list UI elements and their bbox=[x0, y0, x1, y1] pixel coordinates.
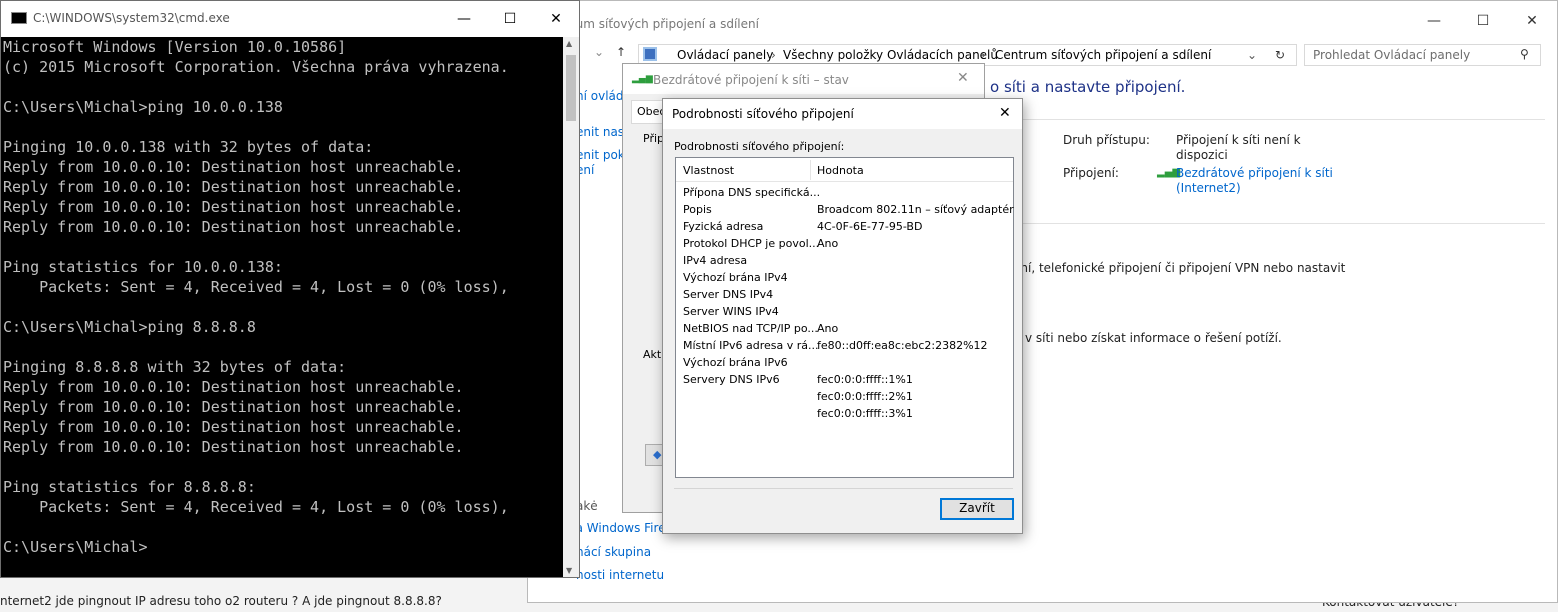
setup-text: ení, telefonické připojení či připojení … bbox=[1013, 261, 1346, 275]
refresh-icon[interactable]: ↻ bbox=[1275, 48, 1285, 62]
access-type-value: Připojení k síti není k bbox=[1176, 133, 1301, 147]
close-button[interactable]: ✕ bbox=[999, 105, 1011, 121]
breadcrumb-item[interactable]: Ovládací panely bbox=[677, 48, 773, 62]
chevron-down-icon[interactable]: ⌄ bbox=[1247, 48, 1257, 62]
close-dialog-button[interactable]: Zavřít bbox=[940, 498, 1014, 520]
wifi-signal-icon: ▂▄▆ bbox=[632, 74, 653, 84]
sidebar-link[interactable]: nácí skupina bbox=[576, 545, 651, 559]
cmd-title: C:\WINDOWS\system32\cmd.exe bbox=[33, 11, 230, 25]
console-icon bbox=[11, 12, 27, 24]
detail-property[interactable]: Server WINS IPv4 bbox=[683, 305, 779, 318]
detail-property[interactable]: Protokol DHCP je povol... bbox=[683, 237, 819, 250]
connection-link[interactable]: Bezdrátové připojení k síti bbox=[1176, 166, 1333, 180]
scrollbar-thumb[interactable] bbox=[566, 55, 576, 121]
dialog-titlebar: Podrobnosti síťového připojení ✕ bbox=[663, 99, 1022, 129]
connection-details-dialog: Podrobnosti síťového připojení ✕ Podrobn… bbox=[662, 98, 1023, 534]
access-type-value: dispozici bbox=[1176, 148, 1228, 162]
chevron-right-icon[interactable]: › bbox=[771, 48, 776, 62]
breadcrumb-item[interactable]: Centrum síťových připojení a sdílení bbox=[995, 48, 1211, 62]
cmd-window: C:\WINDOWS\system32\cmd.exe — ☐ ✕ Micros… bbox=[0, 0, 580, 578]
chevron-right-icon[interactable]: › bbox=[981, 48, 986, 62]
troubleshoot-text: v síti nebo získat informace o řešení po… bbox=[1025, 331, 1282, 345]
detail-value[interactable]: fe80::d0ff:ea8c:ebc2:2382%12 bbox=[817, 339, 988, 352]
forum-question: nternet2 jde pingnout IP adresu toho o2 … bbox=[0, 594, 442, 608]
detail-value[interactable]: Ano bbox=[817, 322, 838, 335]
detail-value[interactable]: fec0:0:0:ffff::3%1 bbox=[817, 407, 913, 420]
nav-down-icon[interactable]: ⌄ bbox=[594, 45, 604, 59]
up-arrow-icon[interactable]: ↑ bbox=[616, 45, 626, 59]
connection-label: Připojení: bbox=[1063, 166, 1119, 180]
detail-value[interactable]: fec0:0:0:ffff::1%1 bbox=[817, 373, 913, 386]
scroll-up-icon[interactable]: ▲ bbox=[566, 39, 572, 48]
search-input[interactable]: Prohledat Ovládací panely bbox=[1304, 44, 1541, 66]
window-title: trum síťových připojení a sdílení bbox=[566, 17, 759, 31]
minimize-button[interactable]: — bbox=[1411, 6, 1457, 36]
detail-property[interactable]: Výchozí brána IPv6 bbox=[683, 356, 788, 369]
list-header: Vlastnost Hodnota bbox=[676, 158, 1013, 182]
console-output[interactable]: Microsoft Windows [Version 10.0.10586] (… bbox=[3, 37, 509, 557]
column-divider[interactable] bbox=[810, 160, 811, 180]
details-caption: Podrobnosti síťového připojení: bbox=[674, 140, 845, 153]
dialog-title: Podrobnosti síťového připojení bbox=[672, 107, 854, 121]
detail-property[interactable]: NetBIOS nad TCP/IP po... bbox=[683, 322, 818, 335]
close-button[interactable]: ✕ bbox=[1509, 6, 1555, 36]
close-button[interactable]: ✕ bbox=[533, 7, 579, 31]
sidebar-link[interactable]: na Windows Firel bbox=[568, 521, 669, 535]
status-title: Bezdrátové připojení k síti – stav bbox=[653, 73, 849, 87]
column-header-property[interactable]: Vlastnost bbox=[683, 164, 734, 177]
cmd-titlebar: C:\WINDOWS\system32\cmd.exe — ☐ ✕ bbox=[1, 1, 579, 37]
detail-property[interactable]: Popis bbox=[683, 203, 712, 216]
detail-property[interactable]: Přípona DNS specifická... bbox=[683, 186, 820, 199]
detail-value[interactable]: Broadcom 802.11n – síťový adaptér bbox=[817, 203, 1014, 216]
breadcrumb-item[interactable]: Všechny položky Ovládacích panelů bbox=[783, 48, 998, 62]
sidebar-link[interactable]: ní ovlád bbox=[576, 89, 624, 103]
sidebar-link[interactable]: nosti internetu bbox=[576, 568, 664, 582]
scroll-down-icon[interactable]: ▼ bbox=[566, 566, 572, 575]
column-header-value[interactable]: Hodnota bbox=[817, 164, 864, 177]
detail-property[interactable]: Server DNS IPv4 bbox=[683, 288, 773, 301]
detail-property[interactable]: IPv4 adresa bbox=[683, 254, 747, 267]
details-list[interactable]: Vlastnost Hodnota Přípona DNS specifická… bbox=[675, 157, 1014, 478]
detail-property[interactable]: Servery DNS IPv6 bbox=[683, 373, 780, 386]
search-icon[interactable]: ⚲ bbox=[1520, 47, 1529, 61]
detail-value[interactable]: Ano bbox=[817, 237, 838, 250]
maximize-button[interactable]: ☐ bbox=[1460, 6, 1506, 36]
detail-value[interactable]: 4C-0F-6E-77-95-BD bbox=[817, 220, 922, 233]
shield-icon: ◆ bbox=[653, 448, 662, 461]
access-type-label: Druh přístupu: bbox=[1063, 133, 1150, 147]
close-button[interactable]: ✕ bbox=[957, 70, 969, 86]
connection-link[interactable]: (Internet2) bbox=[1176, 181, 1241, 195]
connection-group-label: Přip bbox=[643, 132, 665, 145]
control-panel-icon bbox=[643, 47, 657, 61]
detail-value[interactable]: fec0:0:0:ffff::2%1 bbox=[817, 390, 913, 403]
divider bbox=[987, 223, 1545, 224]
detail-property[interactable]: Výchozí brána IPv4 bbox=[683, 271, 788, 284]
detail-property[interactable]: Místní IPv6 adresa v rá... bbox=[683, 339, 819, 352]
minimize-button[interactable]: — bbox=[441, 7, 487, 31]
divider bbox=[987, 119, 1545, 120]
page-heading: o síti a nastavte připojení. bbox=[990, 78, 1186, 96]
detail-property[interactable]: Fyzická adresa bbox=[683, 220, 763, 233]
divider bbox=[674, 488, 1013, 489]
maximize-button[interactable]: ☐ bbox=[487, 7, 533, 31]
